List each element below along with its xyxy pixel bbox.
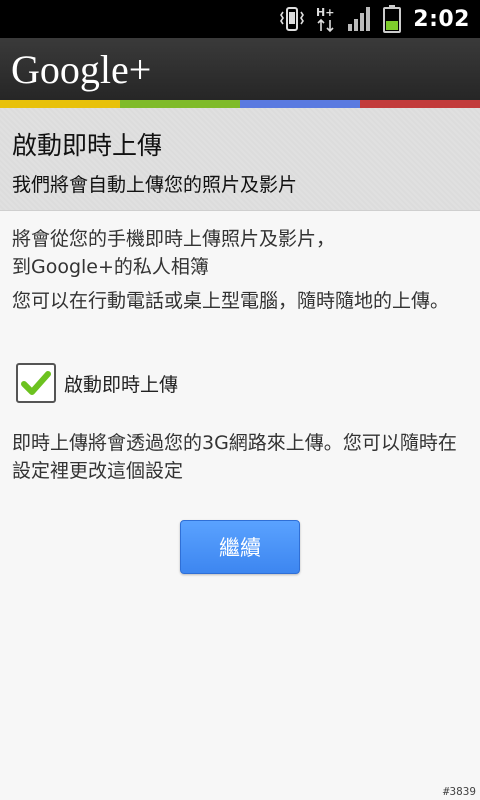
network-usage-note: 即時上傳將會透過您的3G網路來上傳。您可以隨時在設定裡更改這個設定 xyxy=(12,432,457,482)
instant-upload-checkbox[interactable] xyxy=(16,363,56,403)
google-plus-logo: Google+ xyxy=(11,47,152,92)
checkmark-icon xyxy=(21,371,51,395)
stripe-red xyxy=(360,100,480,108)
status-icons: H+ 2:02 xyxy=(277,0,480,38)
instant-upload-option[interactable]: 啟動即時上傳 xyxy=(16,361,178,405)
page-title: 啟動即時上傳 xyxy=(12,131,163,160)
instant-upload-header: 啟動即時上傳 我們將會自動上傳您的照片及影片 xyxy=(0,108,480,211)
hplus-network-icon: H+ xyxy=(316,6,335,33)
continue-button[interactable]: 繼續 xyxy=(180,520,300,574)
watermark: #3839 xyxy=(442,785,476,798)
upload-anywhere-text: 您可以在行動電話或桌上型電腦，隨時隨地的上傳。 xyxy=(12,290,450,312)
status-bar: H+ 2:02 xyxy=(0,0,480,38)
stripe-yellow xyxy=(0,100,120,108)
color-stripe xyxy=(0,100,480,108)
stripe-green xyxy=(120,100,240,108)
stripe-blue xyxy=(240,100,360,108)
upload-description: 將會從您的手機即時上傳照片及影片，到Google+的私人相簿 xyxy=(12,228,336,278)
clock: 2:02 xyxy=(413,6,470,32)
battery-icon xyxy=(383,5,402,33)
instant-upload-checkbox-label: 啟動即時上傳 xyxy=(64,373,179,396)
main-content: 將會從您的手機即時上傳照片及影片，到Google+的私人相簿 您可以在行動電話或… xyxy=(0,211,480,800)
app-bar: Google+ xyxy=(0,38,480,100)
network-type-label: H+ xyxy=(316,6,334,19)
page-subtitle: 我們將會自動上傳您的照片及影片 xyxy=(12,174,298,196)
signal-strength-icon xyxy=(348,7,371,31)
vibrate-icon xyxy=(280,7,305,31)
